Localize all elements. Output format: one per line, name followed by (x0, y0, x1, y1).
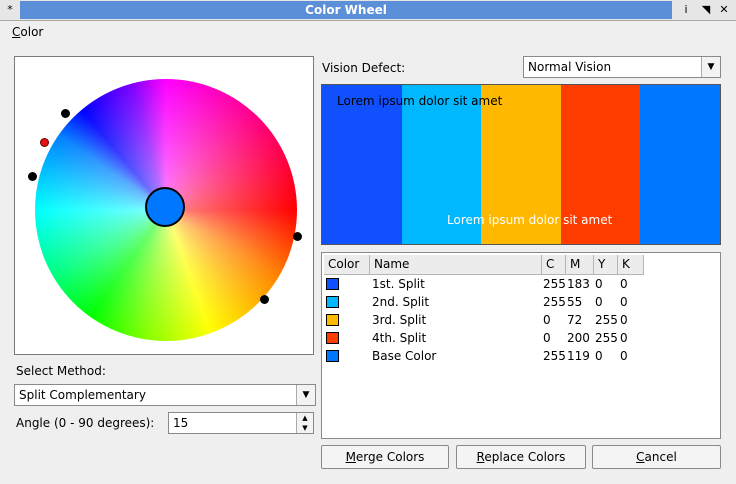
spin-down-icon[interactable]: ▼ (296, 423, 313, 433)
table-row[interactable]: 1st. Split 255 183 0 0 (324, 275, 718, 293)
cancel-accel: C (636, 450, 645, 464)
cell-c: 255 (543, 349, 566, 363)
col-c[interactable]: C (542, 255, 566, 275)
col-k[interactable]: K (618, 255, 644, 275)
cell-m: 119 (567, 349, 590, 363)
base-marker[interactable] (40, 138, 49, 147)
col-y[interactable]: Y (594, 255, 618, 275)
cell-k: 0 (620, 277, 628, 291)
cell-y: 255 (595, 331, 618, 345)
split-marker-4[interactable] (260, 295, 269, 304)
info-icon[interactable]: i (678, 2, 694, 18)
preview-stripe-5 (640, 85, 720, 244)
angle-spinbox[interactable]: 15 ▲ ▼ (168, 412, 314, 434)
cell-m: 200 (567, 331, 590, 345)
replace-colors-label: eplace Colors (484, 450, 566, 464)
cell-y: 255 (595, 313, 618, 327)
merge-colors-label: erge Colors (355, 450, 425, 464)
title-bar: * Color Wheel i ◥ ✕ (0, 0, 736, 21)
vision-defect-value: Normal Vision (528, 60, 612, 74)
cell-name: 3rd. Split (372, 313, 427, 327)
table-row[interactable]: 3rd. Split 0 72 255 0 (324, 311, 718, 329)
window-title: Color Wheel (20, 1, 672, 19)
cell-y: 0 (595, 277, 603, 291)
cell-name: 1st. Split (372, 277, 425, 291)
preview-text-dark: Lorem ipsum dolor sit amet (337, 94, 503, 108)
vision-defect-combo[interactable]: Normal Vision ▼ (523, 56, 721, 78)
cell-name: Base Color (372, 349, 437, 363)
split-marker-1[interactable] (61, 109, 70, 118)
merge-colors-button[interactable]: Merge Colors (321, 445, 449, 469)
col-m[interactable]: M (566, 255, 594, 275)
table-row[interactable]: Base Color 255 119 0 0 (324, 347, 718, 365)
cell-name: 2nd. Split (372, 295, 430, 309)
cell-c: 0 (543, 313, 551, 327)
chevron-down-icon[interactable]: ▼ (296, 385, 315, 405)
cell-c: 0 (543, 331, 551, 345)
cell-k: 0 (620, 295, 628, 309)
vision-defect-label: Vision Defect: (322, 61, 406, 75)
base-color-dot[interactable] (145, 187, 185, 227)
col-color[interactable]: Color (324, 255, 370, 275)
window-menu-icon[interactable]: * (2, 2, 18, 18)
replace-colors-button[interactable]: Replace Colors (456, 445, 586, 469)
shade-icon[interactable]: ◥ (698, 2, 714, 18)
angle-label: Angle (0 - 90 degrees): (16, 416, 155, 430)
menu-color-label: olor (20, 25, 44, 39)
color-wheel-panel[interactable] (14, 56, 314, 355)
cell-m: 55 (567, 295, 583, 309)
cell-k: 0 (620, 349, 628, 363)
menu-bar: Color (0, 21, 736, 43)
cell-m: 72 (567, 313, 583, 327)
close-icon[interactable]: ✕ (716, 2, 732, 18)
preview-text-light: Lorem ipsum dolor sit amet (447, 213, 613, 227)
color-swatch (326, 314, 339, 326)
menu-color[interactable]: Color (12, 25, 43, 39)
color-table[interactable]: Color Name C M Y K 1st. Split 255 183 0 0 2nd… (321, 252, 721, 439)
select-method-value: Split Complementary (19, 388, 146, 402)
color-swatch (326, 332, 339, 344)
table-row[interactable]: 4th. Split 0 200 255 0 (324, 329, 718, 347)
select-method-combo[interactable]: Split Complementary ▼ (14, 384, 316, 406)
col-name[interactable]: Name (370, 255, 542, 275)
color-swatch (326, 278, 339, 290)
color-swatch (326, 350, 339, 362)
split-marker-2[interactable] (28, 172, 37, 181)
table-header: Color Name C M Y K (324, 255, 718, 275)
cell-y: 0 (595, 295, 603, 309)
select-method-label: Select Method: (16, 364, 106, 378)
preview-stripe-1 (322, 85, 402, 244)
cancel-label: ancel (644, 450, 677, 464)
split-marker-3[interactable] (293, 232, 302, 241)
color-swatch (326, 296, 339, 308)
angle-value: 15 (173, 416, 189, 430)
cancel-button[interactable]: Cancel (592, 445, 721, 469)
cell-c: 255 (543, 277, 566, 291)
table-row[interactable]: 2nd. Split 255 55 0 0 (324, 293, 718, 311)
cell-c: 255 (543, 295, 566, 309)
cell-k: 0 (620, 331, 628, 345)
cell-k: 0 (620, 313, 628, 327)
cell-y: 0 (595, 349, 603, 363)
cell-name: 4th. Split (372, 331, 427, 345)
merge-colors-accel: M (345, 450, 356, 464)
color-preview: Lorem ipsum dolor sit amet Lorem ipsum d… (321, 84, 721, 245)
chevron-down-icon[interactable]: ▼ (701, 57, 720, 77)
cell-m: 183 (567, 277, 590, 291)
